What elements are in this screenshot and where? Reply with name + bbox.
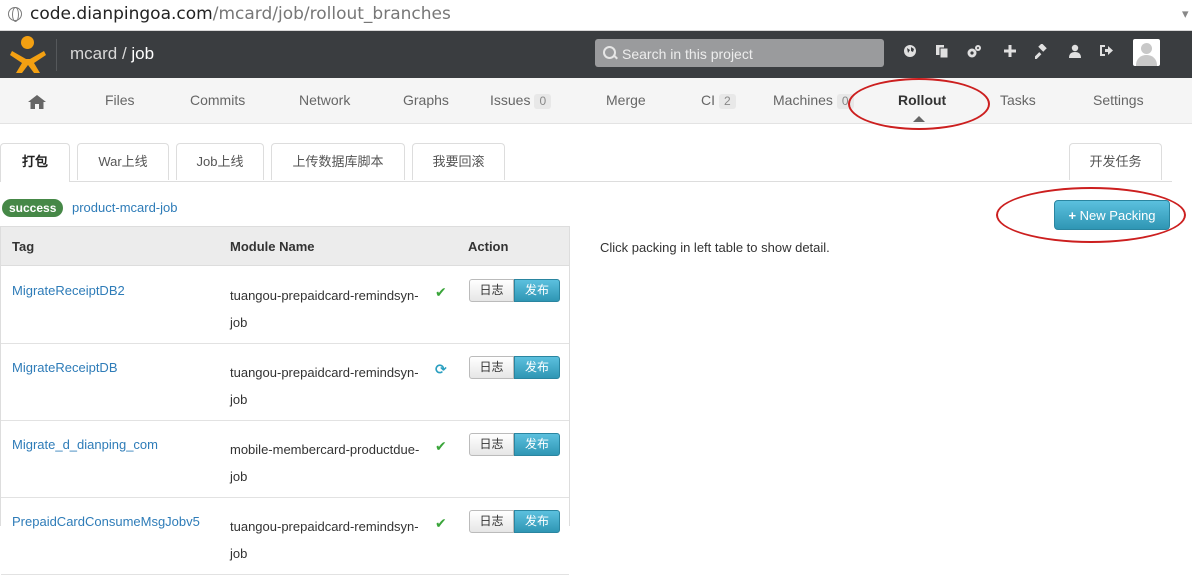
table-row: MigrateReceiptDB tuangou-prepaidcard-rem… [1, 343, 569, 421]
globe-icon [8, 7, 22, 22]
tab-upload-db-script[interactable]: 上传数据库脚本 [271, 143, 405, 180]
column-header-tag: Tag [12, 239, 35, 254]
table-row: MigrateReceiptDB2 tuangou-prepaidcard-re… [1, 266, 569, 344]
project-namespace: mcard / [70, 44, 132, 63]
nav-machines-label: Machines [773, 92, 833, 108]
dropdown-arrow-icon[interactable]: ▾ [1182, 6, 1192, 24]
module-name: tuangou-prepaidcard-remindsyn-job [230, 519, 419, 561]
cogs-icon[interactable] [965, 44, 983, 62]
nav-network[interactable]: Network [299, 92, 350, 108]
table-row: PrepaidCardConsumeMsgJobv5 tuangou-prepa… [1, 497, 569, 575]
issues-count-badge: 0 [534, 94, 552, 109]
project-search[interactable] [595, 39, 884, 67]
tab-war-release[interactable]: War上线 [77, 143, 169, 180]
url-text[interactable]: code.dianpingoa.com/mcard/job/rollout_br… [30, 4, 451, 24]
project-name: job [131, 44, 155, 63]
nav-ci[interactable]: CI 2 [701, 92, 736, 109]
publish-button[interactable]: 发布 [514, 356, 560, 379]
new-packing-label: New Packing [1079, 208, 1156, 223]
module-name: mobile-membercard-productdue-job [230, 442, 420, 484]
tab-job-release[interactable]: Job上线 [176, 143, 264, 180]
search-icon [603, 46, 616, 59]
nav-machines[interactable]: Machines 0 [773, 92, 854, 109]
log-button[interactable]: 日志 [469, 510, 514, 533]
copy-icon[interactable] [933, 44, 951, 62]
nav-settings[interactable]: Settings [1093, 92, 1144, 108]
rollout-tabs: 打包 War上线 Job上线 上传数据库脚本 我要回滚 开发任务 [0, 143, 1172, 182]
tag-link[interactable]: Migrate_d_dianping_com [12, 437, 158, 452]
signout-icon[interactable] [1097, 44, 1115, 62]
column-header-action: Action [468, 239, 509, 254]
tab-dev-tasks[interactable]: 开发任务 [1069, 143, 1162, 180]
browser-address-bar[interactable]: code.dianpingoa.com/mcard/job/rollout_br… [0, 0, 1192, 31]
log-button[interactable]: 日志 [469, 433, 514, 456]
nav-graphs[interactable]: Graphs [403, 92, 449, 108]
logo-figure-icon [10, 51, 46, 73]
tab-package[interactable]: 打包 [0, 143, 70, 182]
publish-button[interactable]: 发布 [514, 279, 560, 302]
search-input[interactable] [620, 42, 879, 66]
nav-issues[interactable]: Issues 0 [490, 92, 552, 109]
project-nav: Files Commits Network Graphs Issues 0 Mer… [0, 78, 1192, 124]
module-name: tuangou-prepaidcard-remindsyn-job [230, 365, 419, 407]
nav-tasks[interactable]: Tasks [1000, 92, 1036, 108]
project-link[interactable]: product-mcard-job [72, 200, 178, 215]
plus-icon[interactable] [1001, 44, 1019, 62]
url-host: code.dianpingoa.com [30, 4, 213, 24]
check-icon: ✔ [435, 515, 447, 531]
status-badge: success [2, 199, 64, 217]
packing-table: Tag Module Name Action MigrateReceiptDB2… [0, 226, 570, 575]
new-packing-button[interactable]: + New Packing [1054, 200, 1170, 230]
nav-ci-label: CI [701, 92, 715, 108]
publish-button[interactable]: 发布 [514, 510, 560, 533]
nav-issues-label: Issues [490, 92, 531, 108]
tag-link[interactable]: MigrateReceiptDB2 [12, 283, 125, 298]
header-divider [56, 39, 57, 71]
plus-icon: + [1068, 208, 1077, 223]
project-title[interactable]: mcard / job [70, 44, 154, 64]
nav-commits[interactable]: Commits [190, 92, 245, 108]
log-button[interactable]: 日志 [469, 356, 514, 379]
globe-icon[interactable] [901, 44, 919, 62]
user-icon[interactable] [1066, 44, 1084, 62]
nav-files[interactable]: Files [105, 92, 135, 108]
url-path: /mcard/job/rollout_branches [212, 4, 451, 24]
ci-count-badge: 2 [719, 94, 736, 109]
tag-link[interactable]: PrepaidCardConsumeMsgJobv5 [12, 514, 200, 529]
annotation-ellipse-rollout [848, 78, 990, 130]
table-row: Migrate_d_dianping_com mobile-membercard… [1, 420, 569, 498]
tab-rollback[interactable]: 我要回滚 [412, 143, 505, 180]
refresh-icon: ⟳ [435, 361, 447, 377]
table-header: Tag Module Name Action [1, 227, 569, 266]
log-button[interactable]: 日志 [469, 279, 514, 302]
module-name: tuangou-prepaidcard-remindsyn-job [230, 288, 419, 330]
tag-link[interactable]: MigrateReceiptDB [12, 360, 118, 375]
nav-merge[interactable]: Merge [606, 92, 646, 108]
gavel-icon[interactable] [1033, 43, 1051, 62]
detail-placeholder: Click packing in left table to show deta… [600, 240, 830, 255]
home-icon[interactable] [28, 95, 46, 109]
logo[interactable] [8, 35, 48, 75]
avatar[interactable] [1133, 39, 1160, 66]
check-icon: ✔ [435, 284, 447, 300]
top-header: mcard / job [0, 31, 1192, 78]
publish-button[interactable]: 发布 [514, 433, 560, 456]
check-icon: ✔ [435, 438, 447, 454]
column-header-module: Module Name [230, 239, 315, 254]
